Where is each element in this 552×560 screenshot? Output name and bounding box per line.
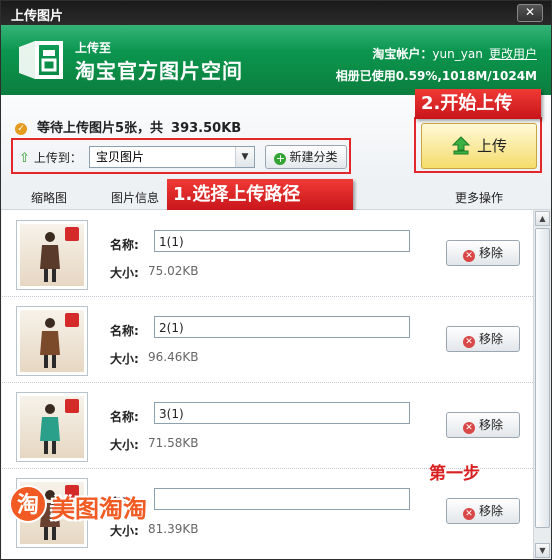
file-size: 96.46KB [148, 350, 199, 364]
name-label: 名称: [110, 410, 139, 424]
brand-subtitle: 上传至 [75, 41, 112, 55]
size-label: 大小: [110, 266, 139, 280]
vertical-scrollbar[interactable]: ▲ ▼ [533, 210, 551, 559]
brand-title: 淘宝官方图片空间 [75, 59, 243, 83]
badge-icon [65, 227, 79, 241]
taotao-logo-icon: 淘 [9, 485, 47, 523]
window-title: 上传图片 [11, 9, 64, 24]
file-name-input[interactable]: 2(1) [154, 316, 410, 338]
usage-value: 0.59%,1018M/1024M [395, 69, 537, 83]
remove-label: 移除 [478, 418, 503, 432]
name-label: 名称: [110, 238, 139, 252]
remove-label: 移除 [478, 246, 503, 260]
remove-icon: ✕ [462, 508, 475, 520]
model-photo-icon [40, 318, 60, 368]
account-label: 淘宝帐户： [372, 47, 433, 61]
remove-label: 移除 [478, 332, 503, 346]
size-label: 大小: [110, 524, 139, 538]
account-username: yun_yan [432, 47, 483, 61]
switch-user-link[interactable]: 更改用户 [489, 47, 537, 61]
remove-icon: ✕ [462, 250, 475, 262]
list-item: 名称: 2(1) 大小: 96.46KB ✕ 移除 [2, 296, 533, 383]
file-thumbnail[interactable] [16, 220, 88, 290]
file-thumbnail[interactable] [16, 306, 88, 376]
queue-status: ✓ 等待上传图片5张，共 393.50KB [15, 117, 241, 136]
size-label: 大小: [110, 352, 139, 366]
remove-button[interactable]: ✕ 移除 [446, 412, 520, 438]
watermark-text: 美图淘淘 [51, 495, 147, 523]
model-photo-icon [40, 232, 60, 282]
scrollbar-thumb[interactable] [535, 228, 550, 528]
destination-highlight-box [11, 138, 351, 174]
badge-icon [65, 313, 79, 327]
file-size: 75.02KB [148, 264, 199, 278]
file-name-input[interactable]: 3(1) [154, 402, 410, 424]
scroll-up-icon[interactable]: ▲ [535, 211, 550, 226]
usage-label: 相册已使用 [335, 69, 396, 83]
queue-status-text: 等待上传图片5张，共 [37, 121, 164, 136]
upload-highlight-box [414, 117, 542, 173]
storage-usage: 相册已使用0.59%,1018M/1024M [336, 67, 537, 84]
remove-button[interactable]: ✕ 移除 [446, 326, 520, 352]
file-name-input[interactable]: 1(1) [154, 230, 410, 252]
first-step-annotation: 第一步 [429, 464, 480, 484]
model-photo-icon [40, 404, 60, 454]
queue-total-size: 393.50KB [171, 121, 242, 136]
remove-icon: ✕ [462, 336, 475, 348]
name-label: 名称: [110, 324, 139, 338]
remove-icon: ✕ [462, 422, 475, 434]
remove-button[interactable]: ✕ 移除 [446, 240, 520, 266]
file-name-input[interactable] [154, 488, 410, 510]
size-label: 大小: [110, 438, 139, 452]
file-size: 71.58KB [148, 436, 199, 450]
tab-image-info[interactable]: 图片信息 [111, 189, 159, 206]
tab-thumbnail[interactable]: 缩略图 [31, 189, 67, 206]
close-button[interactable]: ✕ [517, 4, 543, 22]
list-item: 名称: 1(1) 大小: 75.02KB ✕ 移除 [2, 210, 533, 297]
picture-space-logo-icon [19, 41, 63, 79]
remove-label: 移除 [478, 504, 503, 518]
remove-button[interactable]: ✕ 移除 [446, 498, 520, 524]
account-info: 淘宝帐户：yun_yan 更改用户 [372, 45, 537, 62]
title-bar: 上传图片 ✕ [1, 1, 551, 25]
upload-dialog: 上传图片 ✕ 上传至 淘宝官方图片空间 淘宝帐户：yun_yan 更改用户 相册… [0, 0, 552, 560]
brand-header: 上传至 淘宝官方图片空间 淘宝帐户：yun_yan 更改用户 相册已使用0.59… [1, 25, 551, 95]
step2-callout: 2.开始上传 [415, 89, 541, 119]
step1-callout: 1.选择上传路径 [167, 179, 353, 211]
list-item: 名称: 3(1) 大小: 71.58KB ✕ 移除 [2, 382, 533, 469]
file-size: 81.39KB [148, 522, 199, 536]
check-icon: ✓ [15, 123, 27, 135]
badge-icon [65, 399, 79, 413]
scroll-down-icon[interactable]: ▼ [535, 543, 550, 558]
file-thumbnail[interactable] [16, 392, 88, 462]
tab-more-actions[interactable]: 更多操作 [455, 189, 503, 206]
